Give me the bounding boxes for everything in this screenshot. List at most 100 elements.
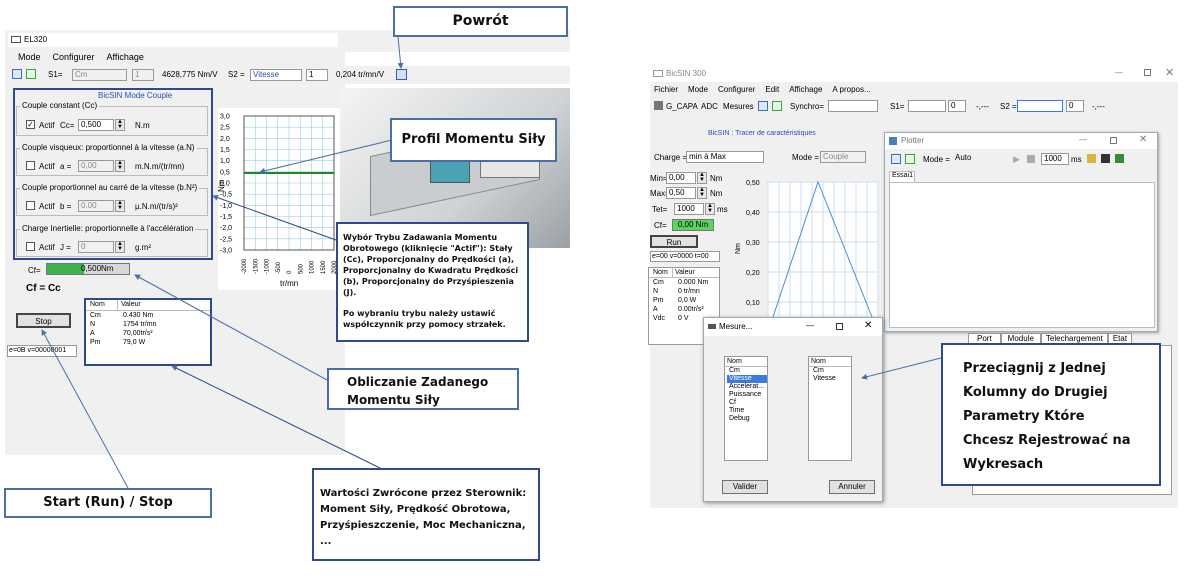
charge-select[interactable]: min à Max bbox=[686, 151, 764, 163]
mesure-minimize-icon[interactable]: — bbox=[806, 321, 814, 330]
list-item[interactable]: Debug bbox=[727, 415, 767, 423]
valider-button[interactable]: Valider bbox=[722, 480, 768, 494]
group-cc-label: Couple constant (Cc) bbox=[20, 101, 100, 110]
cc-input[interactable]: 0,500 bbox=[78, 119, 114, 131]
synchro-select[interactable] bbox=[828, 100, 878, 112]
mesures-button[interactable]: Mesures bbox=[723, 102, 754, 111]
mesure-close-icon[interactable]: ✕ bbox=[864, 320, 872, 331]
open-icon[interactable] bbox=[1087, 154, 1096, 163]
s2-select[interactable]: Vitesse bbox=[250, 69, 302, 81]
list-item[interactable]: Accelerat... bbox=[727, 383, 767, 391]
list-item[interactable]: Cf bbox=[727, 399, 767, 407]
plotter-curve-icon[interactable] bbox=[905, 154, 915, 164]
group-b-label: Couple proportionnel au carré de la vite… bbox=[20, 183, 200, 192]
adc-button[interactable]: ADC bbox=[701, 102, 718, 111]
plotter-ms-unit: ms bbox=[1071, 155, 1082, 164]
table-cell-name: Cm bbox=[90, 312, 101, 319]
left-menu-bar: Mode Configurer Affichage bbox=[18, 52, 144, 62]
table-cell-value: 79,0 W bbox=[123, 339, 146, 346]
tet-input[interactable]: 1000 bbox=[674, 203, 704, 215]
actif-j-checkbox[interactable] bbox=[26, 242, 35, 251]
cc-spinner[interactable]: ▲ ▼ bbox=[115, 119, 125, 131]
actif-b-checkbox[interactable] bbox=[26, 201, 35, 210]
min-input[interactable]: 0,00 bbox=[666, 172, 696, 184]
right-status: e=00 v=0000 t=00 bbox=[650, 251, 720, 262]
right-mode-select[interactable]: Couple bbox=[820, 151, 866, 163]
mesure-maximize-icon[interactable] bbox=[836, 323, 843, 330]
save-icon[interactable] bbox=[1101, 154, 1110, 163]
play-icon[interactable]: ▶ bbox=[1013, 154, 1020, 165]
curve-mode-icon[interactable] bbox=[26, 69, 36, 79]
x-tick-label: 1000 bbox=[310, 260, 316, 274]
plotter-close-icon[interactable]: ✕ bbox=[1139, 134, 1147, 145]
plotter-minimize-icon[interactable]: — bbox=[1079, 135, 1087, 144]
x-tick-label: 500 bbox=[298, 263, 304, 274]
menu-affichage-right[interactable]: Affichage bbox=[789, 85, 822, 94]
b-input[interactable]: 0.00 bbox=[78, 200, 114, 212]
list-item[interactable]: Time bbox=[727, 407, 767, 415]
left-table-rows: Cm 0.430 Nm N 1754 tr/mn A 70,00tr/s² Pm 79,0 W bbox=[86, 311, 210, 347]
b-spinner[interactable]: ▲ ▼ bbox=[115, 200, 125, 212]
tet-spinner[interactable]: ▲ ▼ bbox=[705, 203, 715, 215]
j-input[interactable]: 0 bbox=[78, 241, 114, 253]
right-minimize-icon[interactable]: — bbox=[1115, 68, 1123, 77]
plotter-ms-input[interactable]: 1000 bbox=[1041, 153, 1069, 165]
menu-mode[interactable]: Mode bbox=[18, 52, 41, 62]
menu-configurer-right[interactable]: Configurer bbox=[718, 85, 755, 94]
right-curve-icon[interactable] bbox=[772, 101, 782, 111]
right-close-icon[interactable]: ✕ bbox=[1165, 66, 1174, 79]
right-s1-num[interactable]: 0 bbox=[948, 100, 966, 112]
list-item[interactable]: Cm bbox=[727, 367, 767, 375]
s1-select[interactable]: Cm bbox=[72, 69, 127, 81]
annuler-button[interactable]: Annuler bbox=[829, 480, 875, 494]
table-cell-value: 70,00tr/s² bbox=[123, 330, 153, 337]
menu-mode-right[interactable]: Mode bbox=[688, 85, 708, 94]
list-item[interactable]: Vitesse bbox=[727, 375, 767, 383]
a-input[interactable]: 0,00 bbox=[78, 160, 114, 172]
g-capa-button[interactable]: G_CAPA bbox=[666, 102, 698, 111]
mesure-selected-list[interactable]: Nom Cm Vitesse bbox=[808, 356, 852, 461]
plotter-chart-icon[interactable] bbox=[891, 154, 901, 164]
right-s2-select[interactable] bbox=[1017, 100, 1063, 112]
a-spinner[interactable]: ▲ ▼ bbox=[115, 160, 125, 172]
callout-profil: Profil Momentu Siły bbox=[390, 118, 557, 162]
plotter-tab[interactable]: Essai1 bbox=[889, 171, 915, 182]
max-spinner[interactable]: ▲ ▼ bbox=[697, 187, 707, 199]
stop-icon[interactable] bbox=[1027, 155, 1035, 163]
plotter-mode-label: Mode = bbox=[923, 155, 950, 164]
list-item[interactable]: Vitesse bbox=[811, 375, 851, 383]
y-tick-label: -2,0 bbox=[220, 225, 232, 232]
capa-icon[interactable] bbox=[654, 101, 663, 110]
table-row: A 70,00tr/s² bbox=[88, 329, 210, 338]
right-maximize-icon[interactable] bbox=[1144, 69, 1151, 76]
y-tick-label: 2,5 bbox=[220, 125, 230, 132]
y-tick-label: 1,0 bbox=[220, 158, 230, 165]
max-input[interactable]: 0,50 bbox=[666, 187, 696, 199]
right-s1-select[interactable] bbox=[908, 100, 946, 112]
list-item[interactable]: Puissance bbox=[727, 391, 767, 399]
min-spinner[interactable]: ▲ ▼ bbox=[697, 172, 707, 184]
menu-fichier[interactable]: Fichier bbox=[654, 85, 678, 94]
j-spinner[interactable]: ▲ ▼ bbox=[115, 241, 125, 253]
menu-edit[interactable]: Edit bbox=[765, 85, 779, 94]
plotter-maximize-icon[interactable] bbox=[1110, 137, 1117, 144]
return-icon[interactable] bbox=[396, 69, 407, 80]
right-chart-icon[interactable] bbox=[758, 101, 768, 111]
run-button[interactable]: Run bbox=[650, 235, 698, 248]
menu-configurer[interactable]: Configurer bbox=[53, 52, 95, 62]
s2-num[interactable]: 1 bbox=[306, 69, 328, 81]
actif-cc-checkbox[interactable]: ✓ bbox=[26, 120, 35, 129]
right-s2-num[interactable]: 0 bbox=[1066, 100, 1084, 112]
stop-button[interactable]: Stop bbox=[16, 313, 71, 328]
callout-obliczanie-text: Obliczanie Zadanego Momentu Siły bbox=[347, 375, 489, 407]
menu-affichage[interactable]: Affichage bbox=[107, 52, 144, 62]
y-tick-label: 2,0 bbox=[220, 136, 230, 143]
export-icon[interactable] bbox=[1115, 154, 1124, 163]
list-item[interactable]: Cm bbox=[811, 367, 851, 375]
menu-apropos[interactable]: A propos... bbox=[832, 85, 870, 94]
chart-mode-icon[interactable] bbox=[12, 69, 22, 79]
plotter-mode-select[interactable]: Auto bbox=[953, 153, 1009, 165]
mesure-available-list[interactable]: Nom Cm Vitesse Accelerat... Puissance Cf Time… bbox=[724, 356, 768, 461]
s1-num[interactable]: 1 bbox=[132, 69, 154, 81]
actif-a-checkbox[interactable] bbox=[26, 161, 35, 170]
